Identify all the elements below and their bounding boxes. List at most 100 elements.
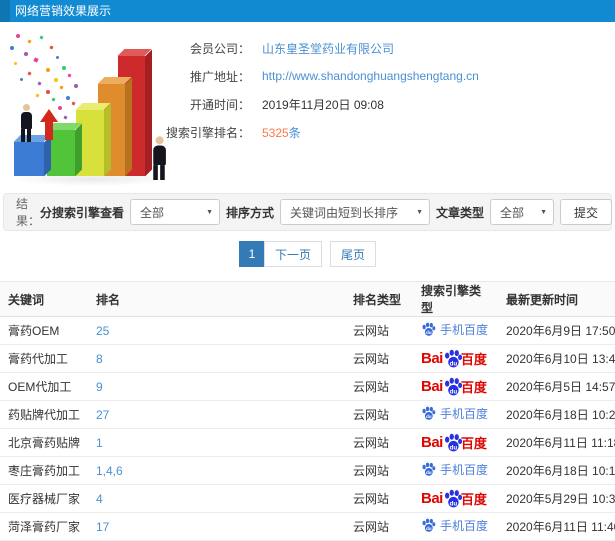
rank-link[interactable]: 4: [88, 484, 345, 513]
submit-button[interactable]: 提交: [560, 199, 613, 225]
table-row: 药贴牌代加工 27 云网站 du 手机百度 2020年6月18日 10:25: [0, 400, 615, 429]
svg-text:du: du: [449, 388, 457, 395]
rank-link[interactable]: 1,4,6: [88, 456, 345, 485]
caret-down-icon: ▼: [206, 209, 214, 216]
table-row: 菏泽膏药厂家 17 云网站 du 手机百度 2020年6月11日 11:40: [0, 512, 615, 541]
engine-cell: du 手机百度: [413, 316, 498, 345]
baidu-paw-icon: du: [444, 433, 462, 451]
svg-text:du: du: [449, 360, 457, 367]
baidu-paw-icon: du: [444, 377, 462, 395]
updated-cell: 2020年6月5日 14:57: [498, 372, 615, 401]
rank-type-cell: 云网站: [345, 512, 413, 541]
baidu-logo: Bai du 百度: [421, 349, 487, 367]
updated-cell: 2020年6月10日 13:40: [498, 344, 615, 373]
header-engine-type: 搜索引擎类型: [413, 281, 498, 317]
engine-cell: du 手机百度: [413, 400, 498, 429]
top-title-bar: 网络营销效果展示: [0, 0, 615, 22]
keyword-cell: 医疗器械厂家: [0, 484, 88, 513]
table-header-row: 关键词 排名 排名类型 搜索引擎类型 最新更新时间: [0, 281, 615, 317]
svg-text:du: du: [449, 500, 457, 507]
baidu-paw-icon: du: [422, 518, 436, 532]
svg-text:du: du: [426, 414, 432, 419]
baidu-paw-icon: du: [444, 489, 462, 507]
next-page-button[interactable]: 下一页: [263, 241, 322, 267]
header-rank: 排名: [88, 281, 345, 317]
promotion-url-link[interactable]: http://www.shandonghuangshengtang.cn: [262, 69, 479, 83]
rank-link[interactable]: 9: [88, 372, 345, 401]
svg-text:du: du: [449, 444, 457, 451]
rank-count-unit[interactable]: 条: [289, 126, 301, 140]
table-row: 医疗器械厂家 4 云网站 Bai du 百度 2020年5月29日 10:32: [0, 484, 615, 513]
last-page-button[interactable]: 尾页: [330, 241, 377, 267]
baidu-logo: Bai du 百度: [421, 377, 487, 395]
engine-cell: du 手机百度: [413, 456, 498, 485]
header-keyword: 关键词: [0, 281, 88, 317]
updated-cell: 2020年5月29日 10:32: [498, 484, 615, 513]
engine-cell: Bai du 百度: [413, 344, 498, 373]
keyword-cell: 膏药代加工: [0, 344, 88, 373]
engine-rank-label: 搜索引擎排名：: [165, 125, 250, 140]
info-section: 会员公司： 山东皇圣堂药业有限公司 推广地址： http://www.shand…: [0, 22, 615, 192]
mobile-baidu-logo: du 手机百度: [421, 461, 488, 478]
engine-cell: du 手机百度: [413, 512, 498, 541]
engine-cell: Bai du 百度: [413, 372, 498, 401]
updated-cell: 2020年6月18日 10:25: [498, 400, 615, 429]
chart-bar-blue: [13, 135, 51, 177]
updated-cell: 2020年6月18日 10:19: [498, 456, 615, 485]
table-row: 枣庄膏药加工 1,4,6 云网站 du 手机百度 2020年6月18日 10:19: [0, 456, 615, 485]
header-rank-type: 排名类型: [345, 281, 413, 317]
table-row: 膏药OEM 25 云网站 du 手机百度 2020年6月9日 17:50: [0, 316, 615, 345]
rank-type-cell: 云网站: [345, 428, 413, 457]
info-row-opened: 开通时间： 2019年11月20日 09:08: [158, 90, 615, 118]
sort-filter-select[interactable]: 关键词由短到长排序 ▼: [280, 199, 431, 225]
keyword-cell: 菏泽膏药厂家: [0, 512, 88, 541]
rank-type-cell: 云网站: [345, 344, 413, 373]
article-type-label: 文章类型: [436, 205, 485, 220]
updated-cell: 2020年6月11日 11:18: [498, 428, 615, 457]
rank-count-value[interactable]: 5325: [262, 126, 289, 140]
opened-time-label: 开通时间：: [189, 97, 250, 112]
mobile-baidu-logo: du 手机百度: [421, 405, 488, 422]
keyword-cell: 药贴牌代加工: [0, 400, 88, 429]
keyword-cell: 枣庄膏药加工: [0, 456, 88, 485]
filter-bar: 结果： 分搜索引擎查看 全部 ▼ 排序方式 关键词由短到长排序 ▼ 文章类型 全…: [3, 193, 613, 231]
engine-cell: Bai du 百度: [413, 484, 498, 513]
baidu-logo: Bai du 百度: [421, 489, 487, 507]
rank-type-cell: 云网站: [345, 316, 413, 345]
updated-cell: 2020年6月11日 11:40: [498, 512, 615, 541]
rank-link[interactable]: 1: [88, 428, 345, 457]
engine-cell: Bai du 百度: [413, 428, 498, 457]
caret-down-icon: ▼: [416, 209, 424, 216]
growth-arrow-icon: [40, 107, 58, 140]
result-label: 结果：: [16, 197, 41, 228]
table-row: OEM代加工 9 云网站 Bai du 百度 2020年6月5日 14:57: [0, 372, 615, 401]
info-row-company: 会员公司： 山东皇圣堂药业有限公司: [158, 34, 615, 62]
keyword-cell: 膏药OEM: [0, 316, 88, 345]
rank-link[interactable]: 8: [88, 344, 345, 373]
baidu-paw-icon: du: [422, 322, 436, 336]
company-link[interactable]: 山东皇圣堂药业有限公司: [262, 40, 394, 57]
pagination: 1 下一页 尾页: [0, 241, 615, 267]
table-row: 北京膏药贴牌 1 云网站 Bai du 百度 2020年6月11日 11:18: [0, 428, 615, 457]
sort-filter-label: 排序方式: [226, 205, 275, 220]
mobile-baidu-logo: du 手机百度: [421, 321, 488, 338]
header-updated: 最新更新时间: [498, 281, 615, 317]
rank-type-cell: 云网站: [345, 484, 413, 513]
rank-type-cell: 云网站: [345, 456, 413, 485]
article-type-select[interactable]: 全部 ▼: [490, 199, 555, 225]
info-row-url: 推广地址： http://www.shandonghuangshengtang.…: [158, 62, 615, 90]
baidu-logo: Bai du 百度: [421, 433, 487, 451]
rank-type-cell: 云网站: [345, 372, 413, 401]
engine-filter-select[interactable]: 全部 ▼: [130, 199, 221, 225]
rank-link[interactable]: 25: [88, 316, 345, 345]
engine-filter-label: 分搜索引擎查看: [40, 205, 125, 220]
rank-link[interactable]: 27: [88, 400, 345, 429]
page-title: 网络营销效果展示: [15, 4, 112, 18]
member-info: 会员公司： 山东皇圣堂药业有限公司 推广地址： http://www.shand…: [158, 34, 615, 146]
rank-type-cell: 云网站: [345, 400, 413, 429]
table-body: 膏药OEM 25 云网站 du 手机百度 2020年6月9日 17:50 膏药代加…: [0, 316, 615, 541]
baidu-paw-icon: du: [422, 406, 436, 420]
rank-link[interactable]: 17: [88, 512, 345, 541]
caret-down-icon: ▼: [540, 209, 548, 216]
page-1-button[interactable]: 1: [238, 241, 265, 267]
